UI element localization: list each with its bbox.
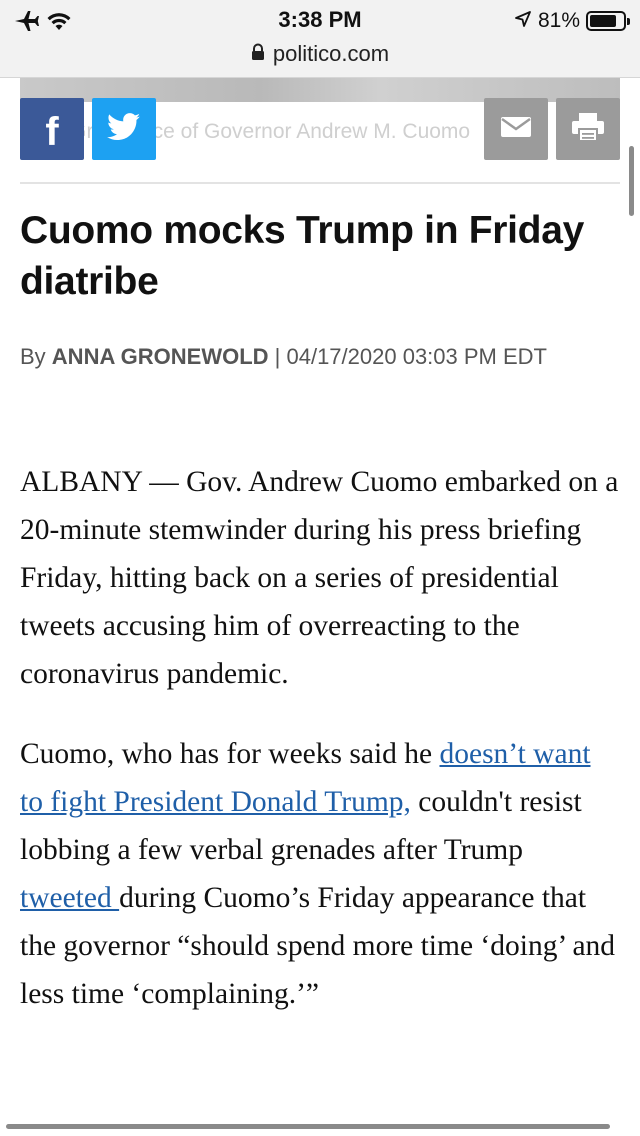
- battery-level: [590, 15, 616, 27]
- paragraph-2: Cuomo, who has for weeks said he doesn’t…: [20, 730, 620, 1018]
- browser-top-bar: 3:38 PM 81% politico.com: [0, 0, 640, 78]
- article-body: ALBANY — Gov. Andrew Cuomo embarked on a…: [20, 458, 620, 1050]
- publish-timestamp: 04/17/2020 03:03 PM EDT: [286, 344, 547, 369]
- paragraph-1: ALBANY — Gov. Andrew Cuomo embarked on a…: [20, 466, 619, 690]
- page: 3:38 PM 81% politico.com Mike Groll/Offi…: [0, 0, 640, 1136]
- byline-prefix: By: [20, 344, 52, 369]
- paragraph-2-text-a: Cuomo, who has for weeks said he: [20, 738, 440, 770]
- article-headline: Cuomo mocks Trump in Friday diatribe: [20, 209, 584, 303]
- email-icon: [500, 116, 532, 143]
- twitter-icon: [106, 112, 141, 146]
- horizontal-scrollbar[interactable]: [6, 1124, 610, 1129]
- email-share-button[interactable]: [484, 98, 548, 160]
- print-icon: [571, 112, 605, 147]
- divider: [20, 182, 620, 184]
- twitter-share-button[interactable]: [92, 98, 156, 160]
- battery-percent: 81%: [537, 9, 580, 32]
- link-tweeted[interactable]: tweeted: [20, 882, 119, 914]
- battery-nub: [627, 18, 630, 25]
- byline: By ANNA GRONEWOLD | 04/17/2020 03:03 PM …: [20, 334, 610, 380]
- author-name[interactable]: ANNA GRONEWOLD: [52, 344, 269, 369]
- print-button[interactable]: [556, 98, 620, 160]
- byline-separator: |: [268, 344, 287, 369]
- location-arrow-icon: [514, 10, 532, 33]
- vertical-scrollbar[interactable]: [629, 146, 634, 216]
- address-bar[interactable]: politico.com: [0, 40, 640, 68]
- battery-icon: [586, 11, 630, 31]
- lock-icon: [251, 43, 265, 66]
- facebook-icon: f: [45, 110, 59, 154]
- facebook-share-button[interactable]: f: [20, 98, 84, 160]
- url-text: politico.com: [272, 41, 390, 66]
- status-right: 81%: [514, 8, 630, 34]
